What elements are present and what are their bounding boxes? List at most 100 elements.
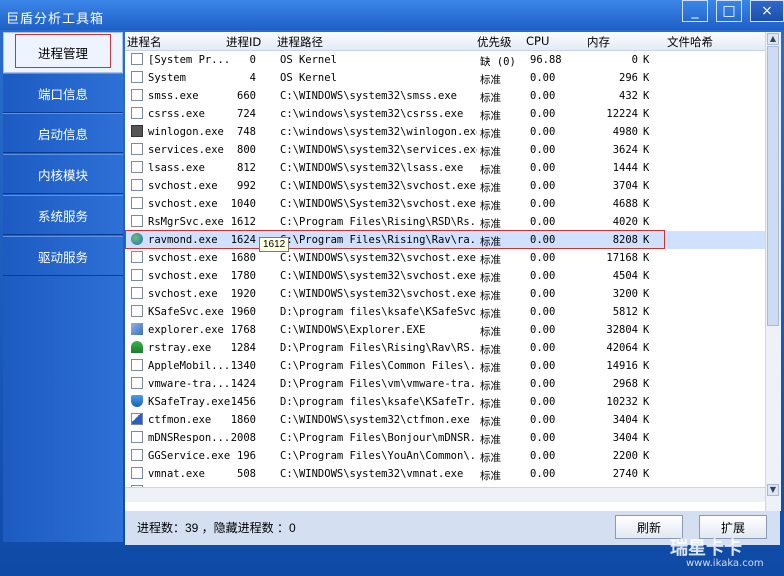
table-row[interactable]: svchost.exe 1040 C:\WINDOWS\System32\svcho… xyxy=(125,195,765,213)
memory-unit-cell: K xyxy=(643,324,650,336)
sidebar-item-driver-services[interactable]: 驱动服务 xyxy=(3,236,123,276)
table-row[interactable]: csrss.exe 724 c:\windows\system32\csrss.ex… xyxy=(125,105,765,123)
table-row[interactable]: GGService.exe 196 C:\Program Files\YouAn\C… xyxy=(125,447,765,465)
cpu-cell: 0.00 xyxy=(530,270,556,282)
memory-unit-cell: K xyxy=(643,378,650,390)
table-row[interactable]: ravmond.exe 1624 C:\Program Files\Rising\R… xyxy=(125,230,765,252)
column-header-pid[interactable]: 进程ID xyxy=(226,34,261,50)
pid-cell: 508 xyxy=(237,468,256,480)
table-row[interactable]: vmware-tra... 1424 D:\Program Files\vm\vmw… xyxy=(125,375,765,393)
table-row[interactable]: mDNSRespon... 2008 C:\Program Files\Bonjou… xyxy=(125,429,765,447)
sidebar-item-label: 系统服务 xyxy=(37,208,88,224)
scroll-thumb[interactable] xyxy=(767,46,779,326)
priority-cell: 标准 xyxy=(480,380,501,392)
memory-unit-cell: K xyxy=(643,144,650,156)
column-header-priority[interactable]: 优先级 xyxy=(477,34,512,50)
table-row[interactable]: svchost.exe 992 C:\WINDOWS\system32\svchos… xyxy=(125,177,765,195)
pid-cell: 1860 xyxy=(230,414,256,426)
process-list[interactable]: 进程名 进程ID 进程路径 优先级 CPU 内存 文件哈希 [System Pr… xyxy=(125,32,781,511)
table-row[interactable]: services.exe 800 C:\WINDOWS\system32\servi… xyxy=(125,141,765,159)
table-row[interactable]: winlogon.exe 748 c:\windows\system32\winlo… xyxy=(125,123,765,141)
memory-unit-cell: K xyxy=(643,162,650,174)
vertical-scrollbar[interactable]: ▲ ▼ xyxy=(765,32,781,511)
table-row[interactable]: System 4 OS Kernel 标准 0.00 296 K xyxy=(125,69,765,87)
table-row[interactable]: [System Pr... 0 OS Kernel 缺 (0) 96.88 0 K xyxy=(125,51,765,69)
column-header-memory[interactable]: 内存 xyxy=(587,34,610,50)
table-row[interactable]: vmnat.exe 508 C:\WINDOWS\system32\vmnat.ex… xyxy=(125,465,765,483)
pid-cell: 1424 xyxy=(230,378,256,390)
priority-cell: 标准 xyxy=(480,110,501,122)
memory-cell: 10232 xyxy=(606,396,638,408)
table-row[interactable]: svchost.exe 1780 C:\WINDOWS\system32\svcho… xyxy=(125,267,765,285)
memory-cell: 17168 xyxy=(606,252,638,264)
maximize-button[interactable]: □ xyxy=(716,0,742,22)
sidebar-item-label: 端口信息 xyxy=(37,86,88,102)
sidebar-item-startup-info[interactable]: 启动信息 xyxy=(3,113,123,153)
blank-icon xyxy=(131,287,143,299)
winlogon-icon xyxy=(131,125,143,137)
blank-icon xyxy=(131,143,143,155)
priority-cell: 标准 xyxy=(480,344,501,356)
minimize-button[interactable]: _ xyxy=(682,0,708,22)
blank-icon xyxy=(131,89,143,101)
path-cell: C:\Program Files\Rising\RSD\Rs... xyxy=(280,216,477,228)
blank-icon xyxy=(131,71,143,83)
path-cell: D:\Program Files\vm\vmware-tra... xyxy=(280,378,477,390)
priority-cell: 标准 xyxy=(480,452,501,464)
sidebar-item-port-info[interactable]: 端口信息 xyxy=(3,73,123,113)
table-row[interactable]: AppleMobil... 1340 C:\Program Files\Common… xyxy=(125,357,765,375)
column-header-cpu[interactable]: CPU xyxy=(526,34,549,48)
table-row[interactable]: smss.exe 660 C:\WINDOWS\system32\smss.exe 标… xyxy=(125,87,765,105)
globe-icon xyxy=(131,233,143,245)
table-row[interactable]: rstray.exe 1284 D:\Program Files\Rising\Ra… xyxy=(125,339,765,357)
annotation-highlight-nav xyxy=(15,34,111,68)
table-row[interactable]: svchost.exe 1680 C:\WINDOWS\system32\svcho… xyxy=(125,249,765,267)
pid-cell: 1920 xyxy=(230,288,256,300)
path-cell: C:\WINDOWS\System32\svchost.exe xyxy=(280,198,476,210)
priority-cell: 标准 xyxy=(480,128,501,140)
sidebar-item-label: 驱动服务 xyxy=(37,249,88,265)
title-bar[interactable]: 巨盾分析工具箱 _ □ × xyxy=(0,0,784,30)
app-window: 巨盾分析工具箱 _ □ × 进程管理 端口信息 启动信息 内核模块 系统服务 驱… xyxy=(0,0,784,576)
memory-unit-cell: K xyxy=(643,90,650,102)
memory-cell: 3404 xyxy=(612,432,638,444)
pid-cell: 196 xyxy=(237,450,256,462)
scroll-up-icon[interactable]: ▲ xyxy=(767,33,779,45)
pid-cell: 724 xyxy=(237,108,256,120)
memory-cell: 12224 xyxy=(606,108,638,120)
column-header-path[interactable]: 进程路径 xyxy=(277,34,323,50)
table-row[interactable]: KSafeSvc.exe 1960 D:\program files\ksafe\K… xyxy=(125,303,765,321)
memory-unit-cell: K xyxy=(643,414,650,426)
pid-cell: 1960 xyxy=(230,306,256,318)
memory-unit-cell: K xyxy=(643,432,650,444)
sidebar-item-system-services[interactable]: 系统服务 xyxy=(3,195,123,235)
path-cell: c:\windows\system32\winlogon.exe xyxy=(280,126,477,138)
table-row[interactable]: RsMgrSvc.exe 1612 C:\Program Files\Rising\… xyxy=(125,213,765,231)
table-row[interactable]: lsass.exe 812 C:\WINDOWS\system32\lsass.ex… xyxy=(125,159,765,177)
watermark: 瑞星卡卡 www.ikaka.com xyxy=(656,530,782,574)
table-row[interactable]: svchost.exe 1920 C:\WINDOWS\system32\svcho… xyxy=(125,285,765,303)
pid-cell: 1340 xyxy=(230,360,256,372)
column-header-file-hash[interactable]: 文件哈希 xyxy=(667,34,713,50)
priority-cell: 标准 xyxy=(480,254,501,266)
scroll-down-icon[interactable]: ▼ xyxy=(767,484,779,496)
memory-cell: 2200 xyxy=(612,450,638,462)
sidebar-item-kernel-modules[interactable]: 内核模块 xyxy=(3,154,123,194)
column-header-name[interactable]: 进程名 xyxy=(127,34,162,50)
pid-cell: 1768 xyxy=(230,324,256,336)
pid-cell: 812 xyxy=(237,162,256,174)
main-content: 进程名 进程ID 进程路径 优先级 CPU 内存 文件哈希 [System Pr… xyxy=(125,32,781,545)
close-button[interactable]: × xyxy=(750,0,784,22)
memory-cell: 3404 xyxy=(612,414,638,426)
path-cell: C:\Program Files\Bonjour\mDNSR... xyxy=(280,432,477,444)
memory-unit-cell: K xyxy=(643,198,650,210)
table-row[interactable]: ctfmon.exe 1860 C:\WINDOWS\system32\ctfmon… xyxy=(125,411,765,429)
path-cell: C:\WINDOWS\system32\vmnat.exe xyxy=(280,468,464,480)
cpu-cell: 0.00 xyxy=(530,360,556,372)
path-cell: C:\WINDOWS\system32\svchost.exe xyxy=(280,288,476,300)
memory-unit-cell: K xyxy=(643,396,650,408)
table-row[interactable]: explorer.exe 1768 C:\WINDOWS\Explorer.EXE 标… xyxy=(125,321,765,339)
table-row[interactable]: KSafeTray.exe 1456 D:\program files\ksafe\… xyxy=(125,393,765,411)
pid-cell: 800 xyxy=(237,144,256,156)
horizontal-scrollbar[interactable] xyxy=(125,487,765,502)
